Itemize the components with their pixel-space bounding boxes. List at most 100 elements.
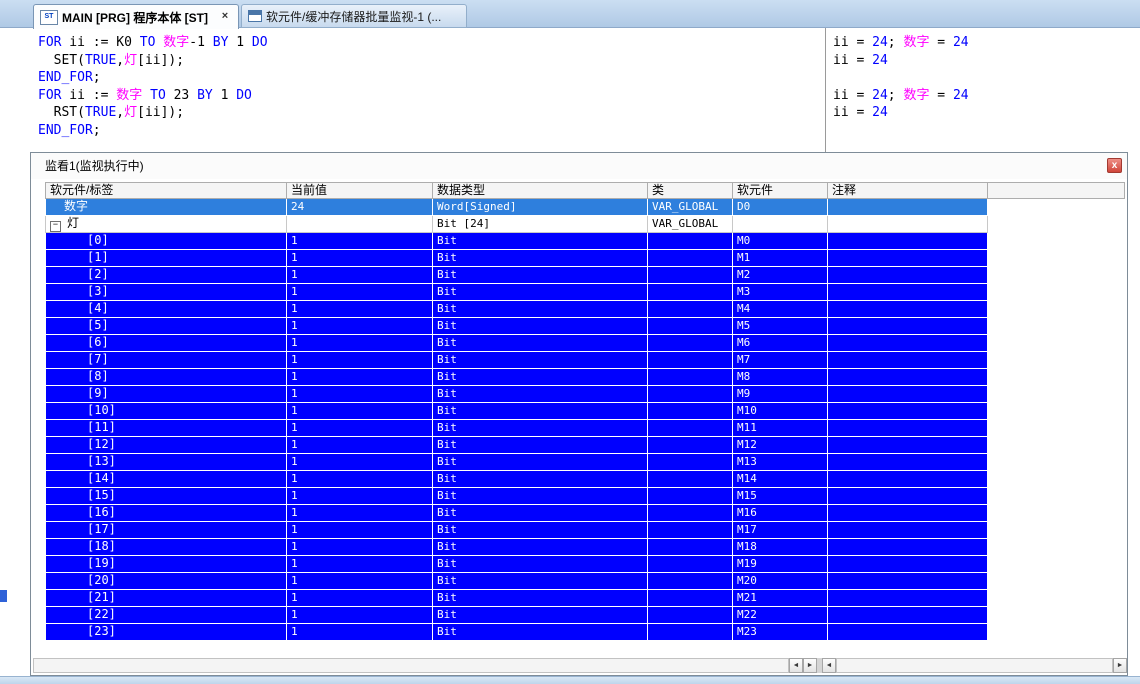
collapse-icon[interactable]: − [50, 221, 61, 232]
watch-row-[5][interactable]: [5]1BitM5 [45, 318, 988, 335]
data-type-cell[interactable]: Bit [433, 573, 648, 590]
tab-main-prg-st[interactable]: ST MAIN [PRG] 程序本体 [ST] × [33, 4, 239, 29]
current-value-cell[interactable]: 1 [287, 233, 433, 250]
current-value-cell[interactable]: 1 [287, 369, 433, 386]
class-cell[interactable] [648, 437, 733, 454]
watch-row-[12][interactable]: [12]1BitM12 [45, 437, 988, 454]
data-type-cell[interactable]: Word[Signed] [433, 199, 648, 216]
data-type-cell[interactable]: Bit [433, 505, 648, 522]
comment-cell[interactable] [828, 199, 988, 216]
comment-cell[interactable] [828, 522, 988, 539]
comment-cell[interactable] [828, 403, 988, 420]
current-value-cell[interactable]: 1 [287, 267, 433, 284]
watch-row-数字[interactable]: 数字24Word[Signed]VAR_GLOBALD0 [45, 199, 988, 216]
device-cell[interactable]: M21 [733, 590, 828, 607]
class-cell[interactable] [648, 607, 733, 624]
comment-cell[interactable] [828, 250, 988, 267]
device-cell[interactable]: M2 [733, 267, 828, 284]
column-header-3[interactable]: 类 [648, 182, 733, 199]
device-cell[interactable]: M20 [733, 573, 828, 590]
watch-row-[20][interactable]: [20]1Bit M20 [45, 573, 988, 590]
watch-row-[3][interactable]: [3]1BitM3 [45, 284, 988, 301]
data-type-cell[interactable]: Bit [433, 488, 648, 505]
device-label-cell[interactable]: [2] [45, 267, 287, 284]
class-cell[interactable]: VAR_GLOBAL [648, 199, 733, 216]
device-label-cell[interactable]: [16] [45, 505, 287, 522]
device-cell[interactable]: M14 [733, 471, 828, 488]
current-value-cell[interactable]: 1 [287, 590, 433, 607]
hscrollbar-left-track[interactable] [33, 658, 789, 673]
comment-cell[interactable] [828, 420, 988, 437]
tab-batch-monitor[interactable]: 软元件/缓冲存储器批量监视-1 (... [241, 4, 467, 28]
comment-cell[interactable] [828, 284, 988, 301]
class-cell[interactable] [648, 233, 733, 250]
current-value-cell[interactable]: 1 [287, 403, 433, 420]
data-type-cell[interactable]: Bit [433, 420, 648, 437]
comment-cell[interactable] [828, 352, 988, 369]
data-type-cell[interactable]: Bit [433, 267, 648, 284]
data-type-cell[interactable]: Bit [433, 556, 648, 573]
watch-row-[7][interactable]: [7]1BitM7 [45, 352, 988, 369]
device-cell[interactable]: D0 [733, 199, 828, 216]
editor-monitor-splitter[interactable] [825, 28, 826, 152]
current-value-cell[interactable]: 1 [287, 539, 433, 556]
data-type-cell[interactable]: Bit [433, 233, 648, 250]
scroll-right-icon[interactable]: ► [1113, 658, 1127, 673]
current-value-cell[interactable]: 1 [287, 454, 433, 471]
column-header-0[interactable]: 软元件/标签 [45, 182, 287, 199]
data-type-cell[interactable]: Bit [433, 624, 648, 641]
class-cell[interactable] [648, 403, 733, 420]
device-label-cell[interactable]: [20] [45, 573, 287, 590]
current-value-cell[interactable]: 1 [287, 437, 433, 454]
watch-row-[16][interactable]: [16]1BitM16 [45, 505, 988, 522]
class-cell[interactable] [648, 522, 733, 539]
device-label-cell[interactable]: [6] [45, 335, 287, 352]
device-cell[interactable]: M5 [733, 318, 828, 335]
device-cell[interactable]: M8 [733, 369, 828, 386]
data-type-cell[interactable]: Bit [433, 386, 648, 403]
column-header-filler[interactable] [988, 182, 1125, 199]
class-cell[interactable] [648, 624, 733, 641]
device-label-cell[interactable]: [3] [45, 284, 287, 301]
data-type-cell[interactable]: Bit [433, 284, 648, 301]
st-code-editor[interactable]: FOR ii := K0 TO 数字-1 BY 1 DO SET(TRUE,灯[… [0, 28, 825, 152]
current-value-cell[interactable]: 1 [287, 624, 433, 641]
device-label-cell[interactable]: [19] [45, 556, 287, 573]
watch-row-[22][interactable]: [22]1BitM22 [45, 607, 988, 624]
data-type-cell[interactable]: Bit [433, 318, 648, 335]
device-cell[interactable]: M9 [733, 386, 828, 403]
data-type-cell[interactable]: Bit [433, 539, 648, 556]
device-cell[interactable]: M12 [733, 437, 828, 454]
comment-cell[interactable] [828, 488, 988, 505]
device-cell[interactable]: M17 [733, 522, 828, 539]
current-value-cell[interactable]: 24 [287, 199, 433, 216]
watch-row-[10][interactable]: [10]1BitM10 [45, 403, 988, 420]
watch-row-[13][interactable]: [13]1BitM13 [45, 454, 988, 471]
watch-row-[21][interactable]: [21]1BitM21 [45, 590, 988, 607]
column-header-1[interactable]: 当前值 [287, 182, 433, 199]
device-cell[interactable] [733, 216, 828, 233]
device-label-cell[interactable]: [22] [45, 607, 287, 624]
current-value-cell[interactable]: 1 [287, 573, 433, 590]
current-value-cell[interactable]: 1 [287, 607, 433, 624]
device-label-cell[interactable]: [21] [45, 590, 287, 607]
class-cell[interactable] [648, 471, 733, 488]
watch-row-[19][interactable]: [19]1BitM19 [45, 556, 988, 573]
comment-cell[interactable] [828, 386, 988, 403]
current-value-cell[interactable] [287, 216, 433, 233]
device-label-cell[interactable]: [11] [45, 420, 287, 437]
comment-cell[interactable] [828, 369, 988, 386]
current-value-cell[interactable]: 1 [287, 420, 433, 437]
device-label-cell[interactable]: 数字 [45, 199, 287, 216]
comment-cell[interactable] [828, 471, 988, 488]
current-value-cell[interactable]: 1 [287, 318, 433, 335]
device-label-cell[interactable]: [15] [45, 488, 287, 505]
watch-row-[9][interactable]: [9]1BitM9 [45, 386, 988, 403]
device-cell[interactable]: M4 [733, 301, 828, 318]
class-cell[interactable] [648, 420, 733, 437]
data-type-cell[interactable]: Bit [24] [433, 216, 648, 233]
class-cell[interactable] [648, 318, 733, 335]
device-cell[interactable]: M10 [733, 403, 828, 420]
device-cell[interactable]: M22 [733, 607, 828, 624]
class-cell[interactable] [648, 352, 733, 369]
